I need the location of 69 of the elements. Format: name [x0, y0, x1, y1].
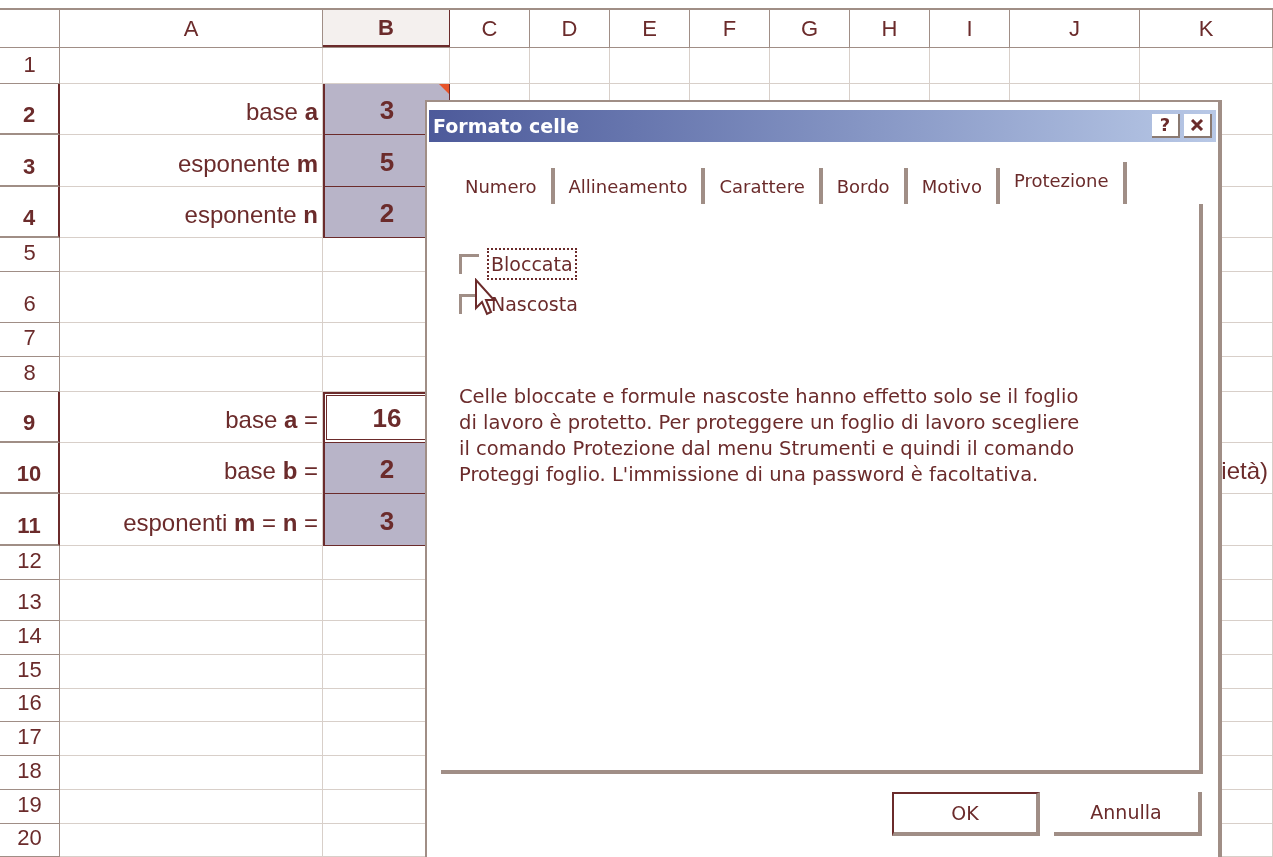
grid-cell[interactable]	[60, 272, 323, 323]
grid-cell[interactable]	[930, 48, 1010, 84]
column-header[interactable]: K	[1140, 10, 1273, 47]
grid-cell[interactable]	[60, 790, 323, 824]
row-header[interactable]: 19	[0, 790, 60, 824]
grid-cell[interactable]	[850, 48, 930, 84]
tab[interactable]: Motivo	[907, 168, 1000, 204]
grid-cell[interactable]	[450, 48, 530, 84]
description-text: Celle bloccate e formule nascoste hanno effetto solo se il foglio di lavoro è protetto. Per proteggere un foglio di lavoro scegliere il comando Protezione dal menu Strumenti e quindi il comando Proteggi foglio. L'immissione di una password è facoltativa.	[459, 384, 1081, 488]
grid-cell[interactable]	[60, 357, 323, 392]
grid-cell[interactable]	[60, 238, 323, 272]
tab[interactable]: Bordo	[822, 168, 908, 204]
column-header[interactable]: H	[850, 10, 930, 47]
grid-cell[interactable]	[1010, 48, 1140, 84]
grid-cell[interactable]	[60, 722, 323, 756]
close-icon	[1190, 119, 1204, 131]
row-header[interactable]: 5	[0, 238, 60, 272]
close-button[interactable]	[1184, 114, 1212, 138]
row-header[interactable]: 4	[0, 187, 60, 238]
comment-indicator-icon	[439, 84, 449, 94]
grid-cell[interactable]	[60, 756, 323, 790]
row-header[interactable]: 17	[0, 722, 60, 756]
row-header[interactable]: 11	[0, 494, 60, 546]
dialog-button[interactable]: Annulla	[1054, 792, 1202, 836]
row-header[interactable]: 12	[0, 546, 60, 580]
grid-cell[interactable]	[60, 580, 323, 621]
grid-cell[interactable]	[610, 48, 690, 84]
grid-cell[interactable]	[60, 621, 323, 655]
row-header[interactable]: 1	[0, 48, 60, 84]
grid-cell[interactable]	[60, 655, 323, 689]
tab[interactable]: Numero	[451, 168, 555, 204]
column-header[interactable]: I	[930, 10, 1010, 47]
row-header[interactable]: 2	[0, 84, 60, 135]
checkbox[interactable]	[459, 254, 479, 274]
row-header[interactable]: 14	[0, 621, 60, 655]
tab[interactable]: Allineamento	[554, 168, 706, 204]
grid-cell[interactable]	[1140, 48, 1273, 84]
checkbox-label[interactable]: Bloccata	[489, 249, 575, 279]
column-header[interactable]: D	[530, 10, 610, 47]
column-header[interactable]: G	[770, 10, 850, 47]
row-header[interactable]: 20	[0, 824, 60, 857]
row-header[interactable]: 16	[0, 689, 60, 722]
row-header[interactable]: 6	[0, 272, 60, 323]
row-header[interactable]: 15	[0, 655, 60, 689]
column-header[interactable]: E	[610, 10, 690, 47]
grid-cell[interactable]	[60, 48, 323, 84]
checkbox-label[interactable]: Nascosta	[489, 289, 580, 319]
column-header[interactable]: C	[450, 10, 530, 47]
row-header[interactable]: 3	[0, 135, 60, 187]
row-header[interactable]: 13	[0, 580, 60, 621]
row-header[interactable]: 8	[0, 357, 60, 392]
column-header[interactable]: J	[1010, 10, 1140, 47]
help-button[interactable]: ?	[1152, 114, 1180, 138]
grid-cell[interactable]	[530, 48, 610, 84]
row-header[interactable]: 9	[0, 392, 60, 443]
grid-cell[interactable]	[60, 824, 323, 857]
grid-cell[interactable]	[60, 546, 323, 580]
dialog-button[interactable]: OK	[892, 792, 1040, 836]
tab[interactable]: Carattere	[705, 168, 823, 204]
grid-cell[interactable]	[690, 48, 770, 84]
grid-cell[interactable]	[60, 323, 323, 357]
column-header[interactable]: B	[323, 10, 450, 47]
grid-cell[interactable]	[770, 48, 850, 84]
row-header[interactable]: 10	[0, 443, 60, 494]
grid-cell[interactable]	[60, 689, 323, 722]
row-header[interactable]: 7	[0, 323, 60, 357]
tab[interactable]: Protezione	[999, 162, 1127, 204]
row-header[interactable]: 18	[0, 756, 60, 790]
column-header[interactable]: F	[690, 10, 770, 47]
